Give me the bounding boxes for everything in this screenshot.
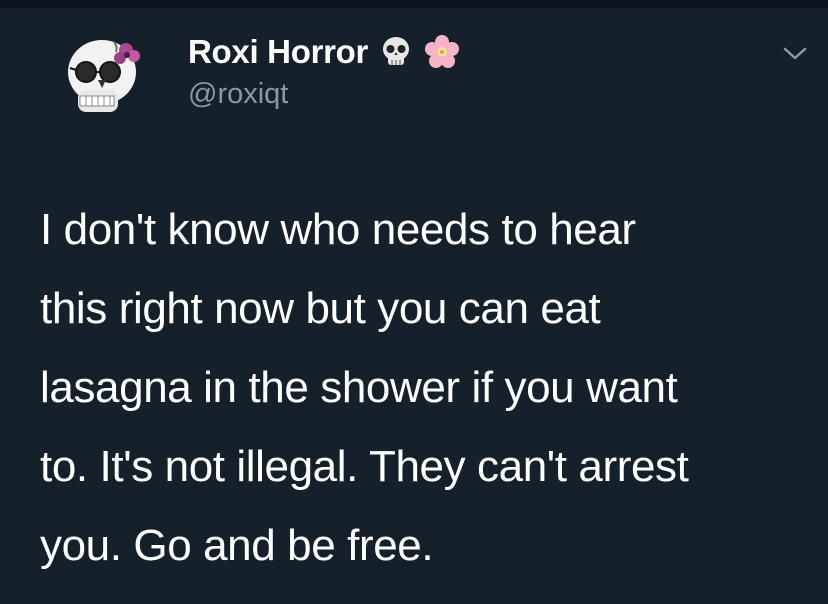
tweet-text-line: to. It's not illegal. They can't arrest	[40, 442, 689, 491]
skull-avatar-icon	[68, 40, 140, 112]
avatar[interactable]	[56, 28, 152, 124]
tweet-text-line: you. Go and be free.	[40, 521, 434, 570]
tweet-text: I don't know who needs to hear this righ…	[40, 190, 810, 585]
display-name[interactable]: Roxi Horror	[188, 33, 368, 71]
tweet-text-line: I don't know who needs to hear	[40, 205, 636, 254]
tweet-header: Roxi Horror @roxiqt	[188, 30, 460, 111]
tweet-text-line: lasagna in the shower if you want	[40, 363, 678, 412]
tweet-text-line: this right now but you can eat	[40, 284, 601, 333]
chevron-down-icon[interactable]	[778, 36, 812, 70]
name-row: Roxi Horror	[188, 30, 460, 74]
tweet-card: Roxi Horror @roxiqt I don't know who nee…	[0, 0, 828, 604]
cherry-blossom-emoji-icon	[424, 34, 460, 70]
skull-emoji-icon	[378, 34, 414, 70]
user-handle[interactable]: @roxiqt	[188, 78, 460, 111]
